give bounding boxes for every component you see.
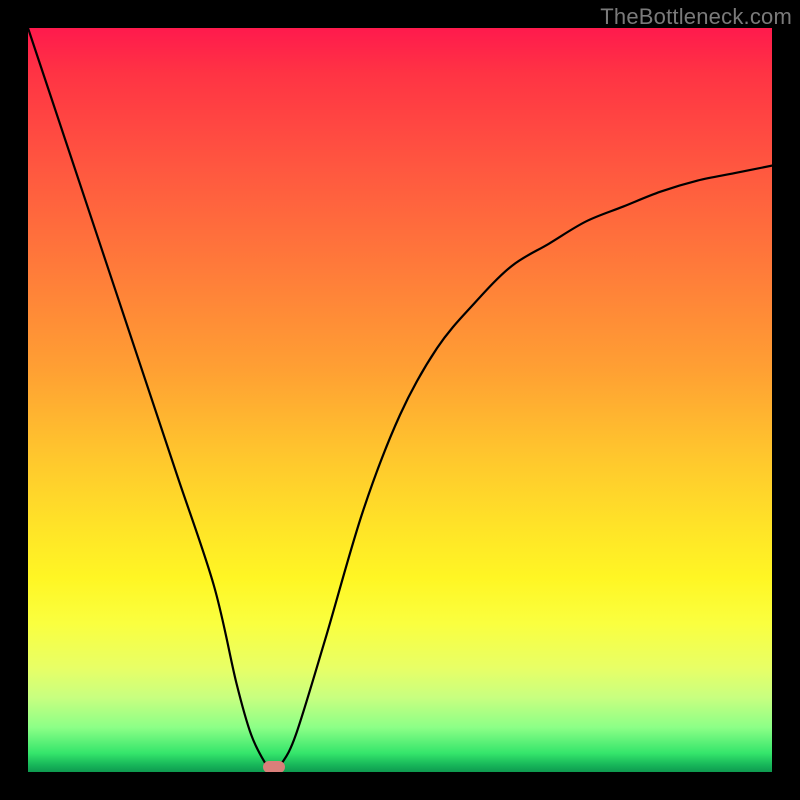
watermark-text: TheBottleneck.com: [600, 4, 792, 30]
optimal-point-marker: [263, 761, 285, 772]
chart-plot-area: [28, 28, 772, 772]
outer-frame: TheBottleneck.com: [0, 0, 800, 800]
bottleneck-curve: [28, 28, 772, 772]
